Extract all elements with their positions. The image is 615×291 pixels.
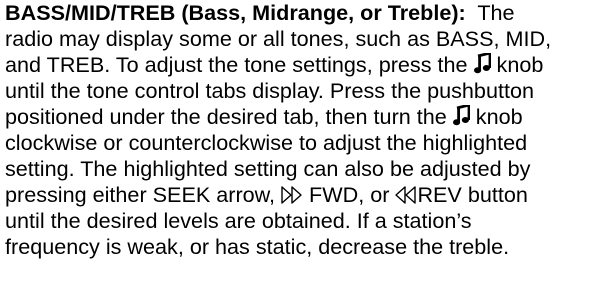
section-heading: BASS/MID/TREB (Bass, Midrange, or Treble… [5,0,466,25]
paragraph-line-2: radio may display some or all tones, suc… [5,26,552,51]
paragraph-line-6: clockwise or counterclockwise to adjust … [5,130,528,155]
line-3-text-a: and TREB. To adjust the tone settings, p… [5,52,474,77]
music-note-icon [473,53,491,74]
line-8-text-a: pressing either SEEK arrow, [5,182,282,207]
music-note-icon [452,105,470,126]
paragraph-line-7: setting. The highlighted setting can als… [5,156,531,181]
paragraph-line-3: and TREB. To adjust the tone settings, p… [5,52,613,78]
line-8-text-c: REV button [417,182,528,207]
paragraph-line-9: until the desired levels are obtained. I… [5,208,472,233]
paragraph-line-4: until the tone control tabs display. Pre… [5,78,534,103]
line-8-text-b: FWD, or [303,182,396,207]
paragraph-line-5: positioned under the desired tab, then t… [5,104,613,130]
line-3-text-b: knob [490,52,544,77]
paragraph-line-8: pressing either SEEK arrow, FWD, or REV … [5,182,613,208]
line-1-text: The [465,0,515,25]
double-chevron-left-icon [395,186,417,204]
manual-page: BASS/MID/TREB (Bass, Midrange, or Treble… [5,0,613,260]
line-5-text-b: knob [469,104,523,129]
double-chevron-right-icon [281,186,303,204]
paragraph-line-10: frequency is weak, or has static, decrea… [5,234,510,259]
paragraph-line-1: BASS/MID/TREB (Bass, Midrange, or Treble… [5,0,613,26]
line-5-text-a: positioned under the desired tab, then t… [5,104,453,129]
